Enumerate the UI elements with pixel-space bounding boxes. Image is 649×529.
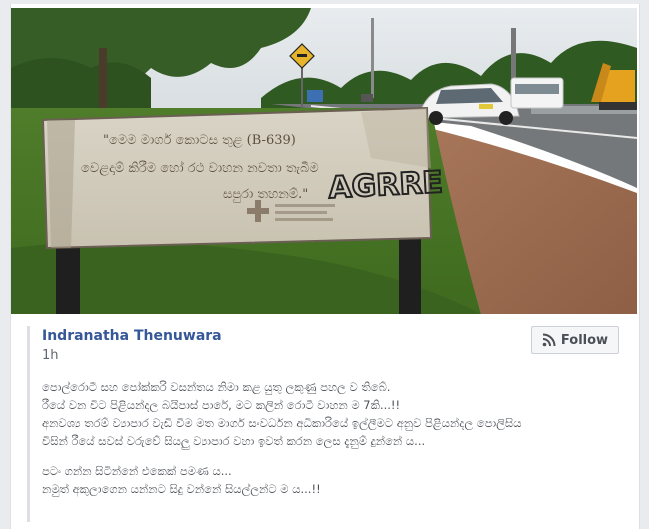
- post-photo[interactable]: "මෙම මාර්ග කොටස තුළ (B-639) වෙළදාම් කිරී…: [11, 8, 637, 314]
- post-line: පටං ගන්න සිටින්නේ එකෙක් පමණ ය...: [42, 464, 232, 478]
- follow-button[interactable]: Follow: [531, 326, 619, 354]
- graffiti-tag: AGRRE: [328, 165, 444, 206]
- distant-vehicle: [361, 94, 373, 102]
- sign-post-left: [56, 238, 80, 314]
- post-text: පොල්රොටී සහ පෝක්කරි වසන්තය නිමා කළ යුතු …: [42, 378, 627, 498]
- distant-truck: [307, 90, 323, 102]
- post-line: අනවශ්‍ය තරම් ව්‍යාපාර වැඩි වීම මත මාර්ග …: [42, 416, 522, 430]
- sign-post-right: [399, 228, 421, 314]
- author-name[interactable]: Indranatha Thenuwara: [42, 328, 222, 344]
- post-timestamp[interactable]: 1h: [42, 348, 59, 363]
- post-line: රීයේ වන විට පිළියන්දල බයිපාස් පාරේ, මට ක…: [42, 398, 401, 412]
- post-card: "මෙම මාර්ග කොටස තුළ (B-639) වෙළදාම් කිරී…: [10, 4, 640, 529]
- post-line: නමුත් අකුලාගෙන යන්නට සිදු වන්නේ සියල්ලන්…: [42, 482, 321, 496]
- bus: [510, 77, 564, 109]
- post-header: Indranatha Thenuwara 1h Follow: [11, 322, 637, 372]
- post-line: විසින් රීයේ සවස් වරුවේ සියලු ව්‍යාපාර වහ…: [42, 434, 426, 448]
- post-line: පොල්රොටී සහ පෝක්කරි වසන්තය නිමා කළ යුතු …: [42, 380, 391, 394]
- sign-text-line1: "මෙම මාර්ග කොටස තුළ (B-639): [103, 132, 296, 148]
- sign-text-line3: සපුරා තහනම්.": [223, 187, 308, 202]
- sign-text-line2: වෙළදාම් කිරීම හෝ රථ වාහන නවතා තැබීම: [81, 160, 319, 176]
- rss-icon: [542, 333, 556, 347]
- follow-label: Follow: [560, 332, 609, 348]
- street-light-pole: [371, 18, 374, 98]
- tree-trunk: [99, 48, 107, 118]
